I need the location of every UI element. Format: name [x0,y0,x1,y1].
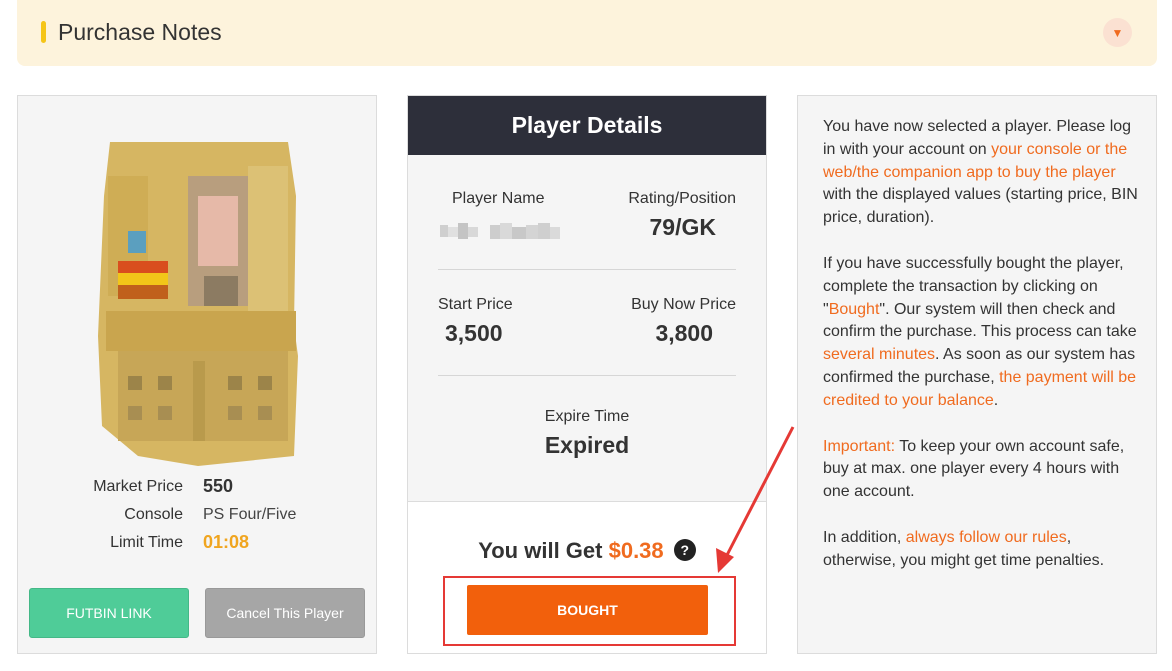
limit-time-value: 01:08 [203,532,250,552]
rules-link[interactable]: always follow our rules [906,529,1067,546]
limit-time-label: Limit Time [110,534,183,551]
buy-now-price-label: Buy Now Price [631,296,736,313]
expire-time-label: Expire Time [544,408,630,425]
start-price-label: Start Price [438,296,513,313]
start-price-value: 3,500 [445,320,503,346]
rating-position-value: 79/GK [649,214,716,240]
payout-amount: $0.38 [608,538,664,563]
divider [438,375,736,376]
instruction-paragraph-2: If you have successfully bought the play… [823,254,1137,409]
payout-line: You will Get $0.38 ? [408,538,766,564]
rating-position-label: Rating/Position [628,190,736,207]
purchase-notes-title: Purchase Notes [58,19,222,45]
instruction-paragraph-3: Important: To keep your own account safe… [823,437,1125,501]
market-price-label: Market Price [93,478,183,495]
question-circle-icon[interactable]: ? [673,539,696,561]
accent-bar [41,21,46,43]
instruction-paragraph-1: You have now selected a player. Please l… [823,118,1138,227]
console-value: PS Four/Five [203,506,297,523]
payout-section: You will Get $0.38 ? BOUGHT [408,501,766,653]
purchase-notes-bar[interactable]: Purchase Notes ▼ [17,0,1157,66]
divider [438,269,736,270]
player-details-title: Player Details [408,96,766,155]
bought-button[interactable]: BOUGHT [467,585,708,635]
instruction-paragraph-4: In addition, always follow our rules, ot… [823,528,1105,569]
instructions-panel: You have now selected a player. Please l… [797,95,1157,654]
player-name-label: Player Name [452,190,545,207]
player-card-image [98,136,298,466]
console-label: Console [124,506,183,523]
player-card-panel: Market Price 550 Console PS Four/Five Li… [17,95,377,654]
player-details-panel: Player Details Player Name Rating/Positi… [407,95,767,654]
player-name-value-blurred [440,223,560,239]
cancel-player-button[interactable]: Cancel This Player [205,588,365,638]
player-details-body: Player Name Rating/Position 79/GK Start … [408,155,766,501]
market-price-row: Market Price 550 [18,475,378,501]
limit-time-row: Limit Time 01:08 [18,531,378,557]
buy-now-price-value: 3,800 [655,320,713,346]
console-row: Console PS Four/Five [18,503,378,529]
instructions-text: You have now selected a player. Please l… [823,116,1143,596]
expire-time-value: Expired [544,432,630,458]
you-will-get-label: You will Get [478,538,603,563]
futbin-link-button[interactable]: FUTBIN LINK [29,588,189,638]
chevron-down-icon[interactable]: ▼ [1103,18,1132,47]
market-price-value: 550 [203,476,234,496]
